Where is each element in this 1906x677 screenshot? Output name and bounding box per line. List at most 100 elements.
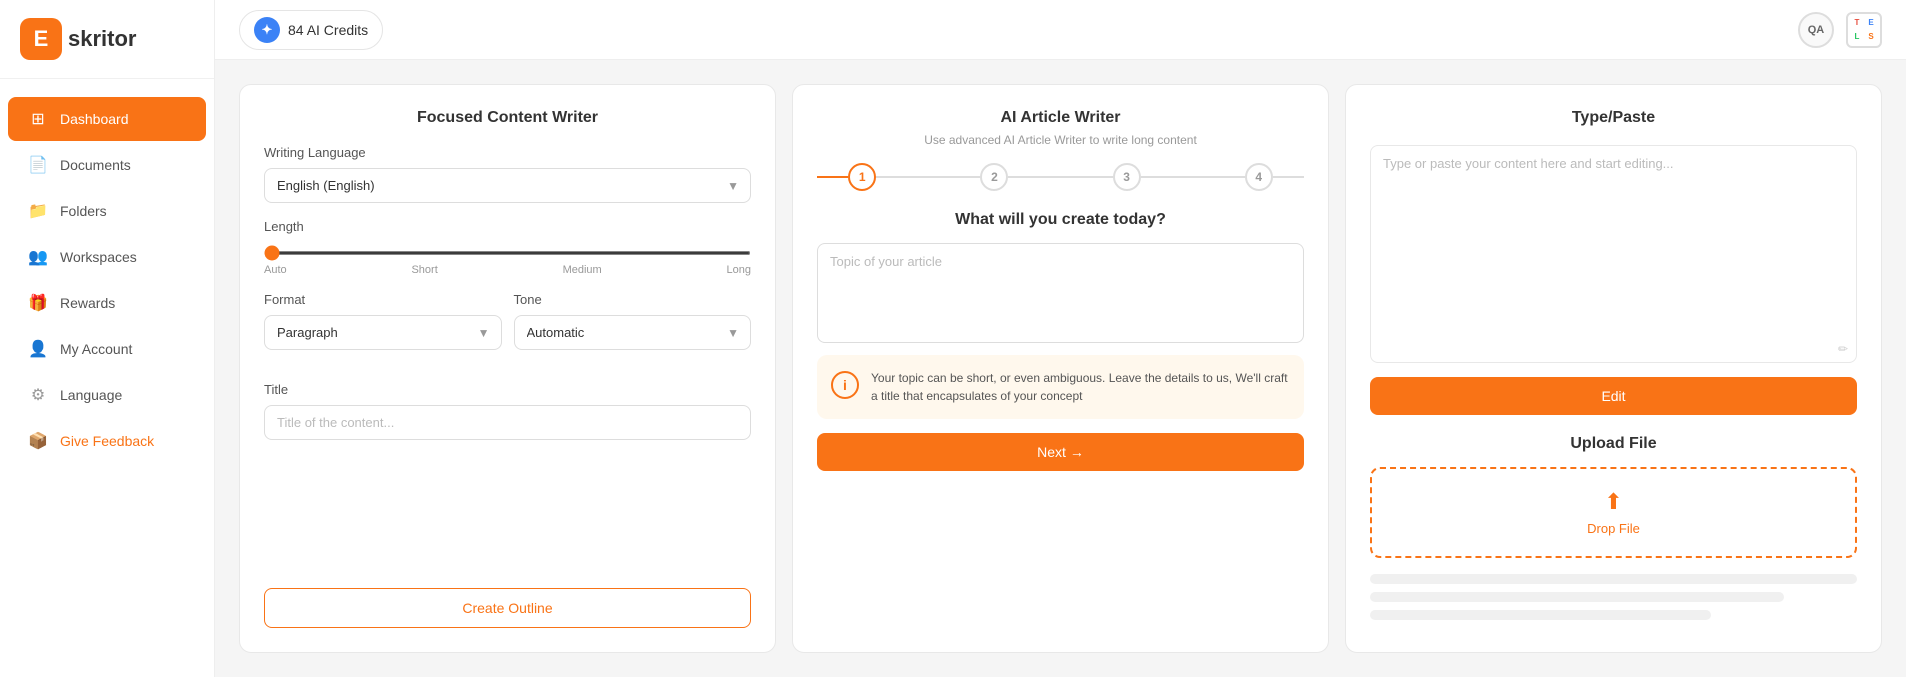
format-label: Format <box>264 292 502 307</box>
writing-language-label: Writing Language <box>264 145 751 160</box>
steps-bar: 1 2 3 4 <box>817 163 1304 191</box>
give-feedback-icon: 📦 <box>28 431 48 451</box>
step-line-1-2 <box>876 176 980 178</box>
drop-file-area[interactable]: ⬆ Drop File <box>1370 467 1857 558</box>
length-label: Length <box>264 219 751 234</box>
tone-select[interactable]: Automatic Formal Casual <box>514 315 752 350</box>
step-line-2-3 <box>1008 176 1112 178</box>
sidebar-item-give-feedback-label: Give Feedback <box>60 433 154 449</box>
my-account-icon: 👤 <box>28 339 48 359</box>
topic-textarea[interactable] <box>817 243 1304 343</box>
sidebar-item-dashboard-label: Dashboard <box>60 111 129 127</box>
focused-writer-title: Focused Content Writer <box>264 109 751 127</box>
sidebar-item-rewards[interactable]: 🎁 Rewards <box>8 281 206 325</box>
upload-icon: ⬆ <box>1604 489 1622 515</box>
ai-article-writer-card: AI Article Writer Use advanced AI Articl… <box>792 84 1329 653</box>
length-labels: Auto Short Medium Long <box>264 264 751 276</box>
step-line-post-4 <box>1273 176 1304 178</box>
tone-label: Tone <box>514 292 752 307</box>
upload-file-title: Upload File <box>1370 435 1857 453</box>
topbar-right: QA T E L S <box>1798 12 1882 48</box>
create-today-label: What will you create today? <box>817 211 1304 229</box>
placeholder-bars <box>1370 574 1857 628</box>
tls-s: S <box>1865 31 1877 43</box>
format-tone-row: Format Paragraph Bullet List Essay ▼ Ton… <box>264 292 751 366</box>
sidebar-item-workspaces-label: Workspaces <box>60 249 137 265</box>
ai-writer-subtitle: Use advanced AI Article Writer to write … <box>817 133 1304 147</box>
credits-badge: ✦ 84 AI Credits <box>239 10 383 50</box>
sidebar: E skritor ⊞ Dashboard 📄 Documents 📁 Fold… <box>0 0 215 677</box>
rewards-icon: 🎁 <box>28 293 48 313</box>
type-paste-area[interactable]: Type or paste your content here and star… <box>1370 145 1857 363</box>
sidebar-nav: ⊞ Dashboard 📄 Documents 📁 Folders 👥 Work… <box>0 79 214 677</box>
step-3[interactable]: 3 <box>1113 163 1141 191</box>
dashboard-icon: ⊞ <box>28 109 48 129</box>
step-1[interactable]: 1 <box>848 163 876 191</box>
sidebar-item-rewards-label: Rewards <box>60 295 115 311</box>
info-text: Your topic can be short, or even ambiguo… <box>871 369 1290 405</box>
ai-writer-title: AI Article Writer <box>817 109 1304 127</box>
edit-pencil-icon: ✏ <box>1838 342 1848 356</box>
next-button[interactable]: Next → <box>817 433 1304 471</box>
sidebar-item-documents-label: Documents <box>60 157 131 173</box>
sidebar-item-workspaces[interactable]: 👥 Workspaces <box>8 235 206 279</box>
avatar[interactable]: QA <box>1798 12 1834 48</box>
credits-icon: ✦ <box>254 17 280 43</box>
tls-badge[interactable]: T E L S <box>1846 12 1882 48</box>
tls-e: E <box>1865 17 1877 29</box>
tls-t: T <box>1851 17 1863 29</box>
sidebar-item-dashboard[interactable]: ⊞ Dashboard <box>8 97 206 141</box>
sidebar-item-language-label: Language <box>60 387 122 403</box>
tls-l: L <box>1851 31 1863 43</box>
step-line-pre-1 <box>817 176 848 178</box>
title-section: Title <box>264 382 751 440</box>
step-line-3-4 <box>1141 176 1245 178</box>
format-select[interactable]: Paragraph Bullet List Essay <box>264 315 502 350</box>
format-col: Format Paragraph Bullet List Essay ▼ <box>264 292 502 366</box>
sidebar-item-my-account[interactable]: 👤 My Account <box>8 327 206 371</box>
info-box: i Your topic can be short, or even ambig… <box>817 355 1304 419</box>
placeholder-bar-1 <box>1370 574 1857 584</box>
type-paste-title: Type/Paste <box>1370 109 1857 127</box>
folders-icon: 📁 <box>28 201 48 221</box>
drop-file-label: Drop File <box>1587 521 1640 536</box>
length-slider[interactable] <box>264 251 751 255</box>
edit-button[interactable]: Edit <box>1370 377 1857 415</box>
logo-icon: E <box>20 18 62 60</box>
focused-content-writer-card: Focused Content Writer Writing Language … <box>239 84 776 653</box>
workspaces-icon: 👥 <box>28 247 48 267</box>
type-paste-placeholder: Type or paste your content here and star… <box>1383 156 1674 171</box>
logo-area: E skritor <box>0 0 214 79</box>
sidebar-item-give-feedback[interactable]: 📦 Give Feedback <box>8 419 206 463</box>
format-select-wrapper: Paragraph Bullet List Essay ▼ <box>264 315 502 350</box>
step-2[interactable]: 2 <box>980 163 1008 191</box>
placeholder-bar-3 <box>1370 610 1711 620</box>
logo-text: skritor <box>68 26 136 52</box>
documents-icon: 📄 <box>28 155 48 175</box>
create-outline-button[interactable]: Create Outline <box>264 588 751 628</box>
sidebar-item-folders-label: Folders <box>60 203 107 219</box>
cards-area: Focused Content Writer Writing Language … <box>215 60 1906 677</box>
language-select-wrapper: English (English) Spanish French ▼ <box>264 168 751 203</box>
title-input[interactable] <box>264 405 751 440</box>
tone-col: Tone Automatic Formal Casual ▼ <box>514 292 752 366</box>
length-section: Length Auto Short Medium Long <box>264 219 751 276</box>
avatar-text: QA <box>1808 24 1825 36</box>
title-label: Title <box>264 382 751 397</box>
language-select[interactable]: English (English) Spanish French <box>264 168 751 203</box>
credits-label: 84 AI Credits <box>288 22 368 38</box>
length-short: Short <box>411 264 437 276</box>
length-medium: Medium <box>563 264 602 276</box>
sidebar-item-my-account-label: My Account <box>60 341 132 357</box>
sidebar-item-language[interactable]: ⚙ Language <box>8 373 206 417</box>
sidebar-item-documents[interactable]: 📄 Documents <box>8 143 206 187</box>
type-paste-card: Type/Paste Type or paste your content he… <box>1345 84 1882 653</box>
placeholder-bar-2 <box>1370 592 1784 602</box>
language-icon: ⚙ <box>28 385 48 405</box>
step-4[interactable]: 4 <box>1245 163 1273 191</box>
main-content: ✦ 84 AI Credits QA T E L S Focused Conte… <box>215 0 1906 677</box>
sidebar-item-folders[interactable]: 📁 Folders <box>8 189 206 233</box>
info-icon: i <box>831 371 859 399</box>
topbar: ✦ 84 AI Credits QA T E L S <box>215 0 1906 60</box>
length-long: Long <box>727 264 751 276</box>
